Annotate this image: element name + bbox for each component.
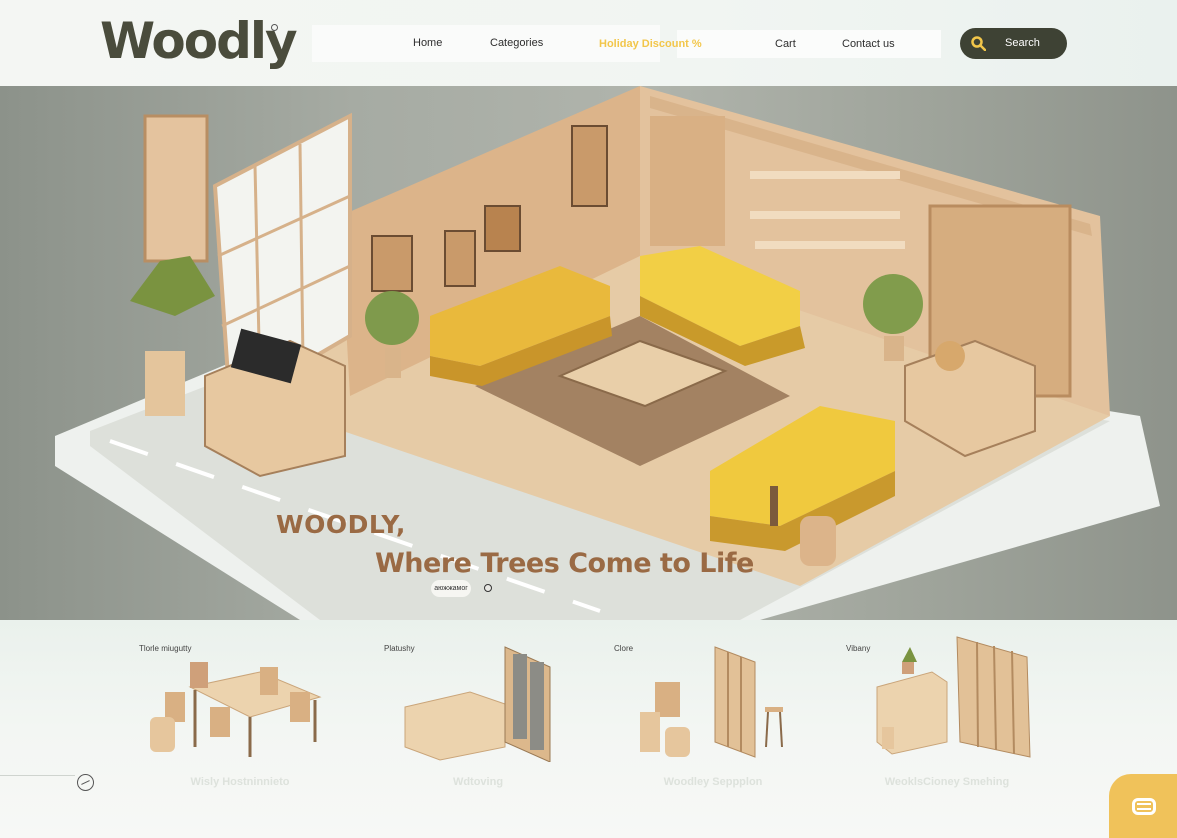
hero-room-illustration: [55, 86, 1160, 620]
product-tag: Clore: [614, 644, 634, 653]
compass-icon[interactable]: [77, 774, 94, 791]
nav-categories-link[interactable]: Categories: [490, 37, 543, 49]
product-name[interactable]: Wisly Hostninnieto: [125, 776, 355, 788]
product-card[interactable]: Platushy Wdtoving: [355, 620, 585, 838]
product-strip: Tlorle miugutty Wisly Hostninnieto Platu…: [0, 620, 1177, 838]
search-button[interactable]: Search: [960, 28, 1067, 59]
product-name[interactable]: Woodley Seppplon: [598, 776, 828, 788]
product-tag: Vibany: [846, 644, 871, 653]
nav-contact-link[interactable]: Contact us: [842, 38, 895, 50]
hero-title-line-1: WOODLY,: [276, 510, 406, 539]
carousel-dot-icon[interactable]: [484, 584, 492, 592]
hero-title-line-2: Where Trees Come to Life: [375, 548, 754, 579]
chair-screen-illustration: [640, 646, 783, 758]
nav-background-right: [677, 30, 941, 58]
product-card[interactable]: Tlorle miugutty Wisly Hostninnieto: [110, 620, 340, 838]
product-name[interactable]: WeoklsCioney Smehing: [832, 776, 1062, 788]
product-name[interactable]: Wdtoving: [363, 776, 593, 788]
search-button-label: Search: [1005, 37, 1040, 49]
brand-logo[interactable]: Woodly: [100, 12, 298, 70]
divider-line: [0, 775, 75, 776]
desk-screen-illustration: [876, 636, 1031, 758]
nav-cart-link[interactable]: Cart: [775, 38, 796, 50]
site-header: Woodly Home Categories Holiday Discount …: [0, 0, 1177, 86]
dining-set-illustration: [150, 662, 322, 757]
hero-cta-pill[interactable]: аюжжамог: [431, 580, 471, 597]
chat-button[interactable]: [1109, 774, 1177, 838]
cabinet-partition-illustration: [404, 646, 551, 762]
product-card[interactable]: Clore Woodley Seppplon: [585, 620, 815, 838]
product-card[interactable]: Vibany WeoklsCioney Smehing: [817, 620, 1047, 838]
search-icon: [971, 36, 986, 51]
nav-holiday-discount-link[interactable]: Holiday Discount %: [599, 38, 702, 50]
registered-mark-icon: [271, 24, 278, 31]
nav-home-link[interactable]: Home: [413, 37, 442, 49]
chat-icon: [1132, 798, 1156, 815]
hero-banner: WOODLY, Where Trees Come to Life аюжжамо…: [0, 86, 1177, 620]
